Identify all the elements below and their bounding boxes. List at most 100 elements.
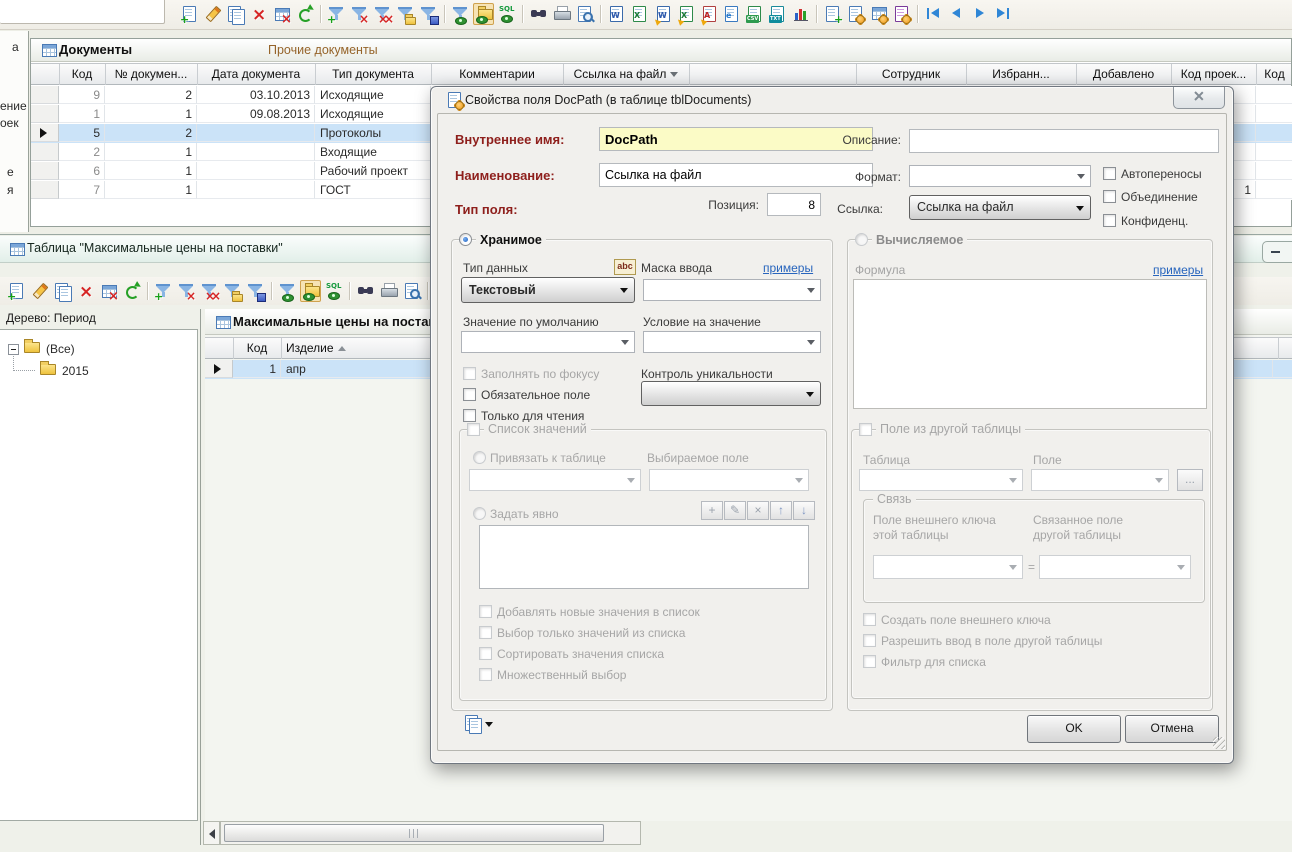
refresh-icon[interactable] <box>295 4 314 24</box>
merge-word-icon[interactable]: W <box>653 4 672 24</box>
column-header[interactable]: Код <box>59 64 106 85</box>
column-header[interactable]: № докумен... <box>105 64 198 85</box>
export-html-icon[interactable]: e <box>722 4 741 24</box>
explicit-radio[interactable] <box>473 507 486 520</box>
resize-grip[interactable] <box>1213 737 1225 749</box>
delete-icon[interactable]: × <box>249 4 268 24</box>
sql-view-icon[interactable]: SQL <box>497 4 516 24</box>
field-combo[interactable] <box>1031 469 1169 491</box>
column-header[interactable]: Тип документа <box>315 64 432 85</box>
copy-icon[interactable] <box>53 281 72 301</box>
column-header[interactable]: Ссылка на файл <box>563 64 690 85</box>
column-header[interactable]: Код проек... <box>1171 64 1257 85</box>
filter-delete-icon[interactable]: × <box>177 281 196 301</box>
list-option-checkbox[interactable] <box>479 647 492 660</box>
tree-node-2015[interactable]: 2015 <box>62 364 89 378</box>
print-icon[interactable] <box>379 281 398 301</box>
ok-button[interactable]: OK <box>1027 715 1121 743</box>
stored-radio[interactable] <box>459 233 472 246</box>
edit-pencil-icon[interactable] <box>203 4 222 24</box>
doc-add-icon[interactable]: + <box>7 281 26 301</box>
tree-grid-splitter[interactable] <box>200 309 201 845</box>
filter-clear-icon[interactable]: ×× <box>200 281 219 301</box>
autowrap-checkbox[interactable] <box>1103 167 1116 180</box>
print-icon[interactable] <box>552 4 571 24</box>
table-delete-icon[interactable]: × <box>99 281 118 301</box>
fk-combo[interactable] <box>873 555 1023 579</box>
filter-add-icon[interactable]: + <box>154 281 173 301</box>
table-delete-icon[interactable]: × <box>272 4 291 24</box>
filter-folder-icon[interactable] <box>223 281 242 301</box>
computed-option-checkbox[interactable] <box>863 634 876 647</box>
documents-tab-label[interactable]: Прочие документы <box>268 43 378 57</box>
grid-window-icon[interactable] <box>39 40 58 60</box>
merge-excel-icon[interactable]: X <box>676 4 695 24</box>
fill-focus-checkbox[interactable] <box>463 367 476 380</box>
filter-save-icon[interactable] <box>246 281 265 301</box>
bind-table-radio[interactable] <box>473 451 486 464</box>
list-move-down-button[interactable]: ↓ <box>793 501 815 520</box>
confidential-checkbox[interactable] <box>1103 214 1116 227</box>
cancel-button[interactable]: Отмена <box>1125 715 1219 743</box>
h-scrollbar[interactable] <box>203 821 641 845</box>
value-list-checkbox[interactable] <box>467 423 480 436</box>
data-type-combo[interactable]: Текстовый <box>461 277 635 303</box>
column-header[interactable]: Код <box>1256 64 1292 85</box>
bind-table-combo[interactable] <box>469 469 641 491</box>
form-add-icon[interactable]: + <box>823 4 842 24</box>
column-header-kod[interactable]: Код <box>233 338 282 359</box>
toolbar-edit-box[interactable] <box>0 0 165 24</box>
scroll-left-button[interactable] <box>203 821 220 845</box>
select-field-combo[interactable] <box>649 469 809 491</box>
copy-icon[interactable] <box>226 4 245 24</box>
refresh-icon[interactable] <box>122 281 141 301</box>
form-gear-icon[interactable] <box>445 90 464 110</box>
export-txt-icon[interactable]: TXT <box>768 4 787 24</box>
column-header[interactable]: Добавлено <box>1076 64 1172 85</box>
description-field[interactable] <box>909 129 1219 153</box>
other-table-checkbox[interactable] <box>859 423 872 436</box>
form-color-icon[interactable] <box>892 4 911 24</box>
column-header[interactable]: Комментарии <box>431 64 564 85</box>
doc-add-icon[interactable]: + <box>180 4 199 24</box>
tree-node-root[interactable]: (Все) <box>46 342 75 356</box>
mask-combo[interactable] <box>643 279 821 301</box>
computed-option-checkbox[interactable] <box>863 655 876 668</box>
mask-examples-link[interactable]: примеры <box>763 261 813 275</box>
copy-icon[interactable] <box>463 713 482 733</box>
list-edit-button[interactable]: ✎ <box>724 501 746 520</box>
close-button[interactable] <box>1173 87 1225 109</box>
link-combo[interactable]: Ссылка на файл <box>909 195 1091 220</box>
export-word-icon[interactable]: W <box>607 4 626 24</box>
filter-clear-icon[interactable]: ×× <box>373 4 392 24</box>
nav-next-icon[interactable] <box>970 4 989 24</box>
column-header[interactable]: Избранн... <box>966 64 1077 85</box>
grid-gear-icon[interactable] <box>869 4 888 24</box>
filter-folder-icon[interactable] <box>396 4 415 24</box>
unique-control-combo[interactable] <box>641 381 821 406</box>
nav-prev-icon[interactable] <box>947 4 966 24</box>
list-delete-button[interactable]: × <box>747 501 769 520</box>
list-move-up-button[interactable]: ↑ <box>770 501 792 520</box>
nav-first-icon[interactable] <box>924 4 943 24</box>
grid-window-icon[interactable] <box>213 312 232 332</box>
table-browse-button[interactable]: ... <box>1177 469 1203 491</box>
list-option-checkbox[interactable] <box>479 605 492 618</box>
find-icon[interactable] <box>356 281 375 301</box>
position-field[interactable] <box>767 193 821 216</box>
list-add-button[interactable]: + <box>701 501 723 520</box>
rel-combo[interactable] <box>1039 555 1191 579</box>
folders-view-icon[interactable] <box>300 280 321 302</box>
filter-save-icon[interactable] <box>419 4 438 24</box>
formula-examples-link[interactable]: примеры <box>1153 263 1203 277</box>
folders-view-icon[interactable] <box>473 3 494 25</box>
preview-icon[interactable] <box>575 4 594 24</box>
explicit-values-listbox[interactable] <box>479 525 809 589</box>
filter-view-icon[interactable] <box>278 281 297 301</box>
column-header[interactable]: Дата документа <box>197 64 316 85</box>
filter-view-icon[interactable] <box>451 4 470 24</box>
export-csv-icon[interactable]: CSV <box>745 4 764 24</box>
form-gear-icon[interactable] <box>846 4 865 24</box>
table-window-icon[interactable] <box>7 239 26 259</box>
chart-icon[interactable] <box>791 4 810 24</box>
